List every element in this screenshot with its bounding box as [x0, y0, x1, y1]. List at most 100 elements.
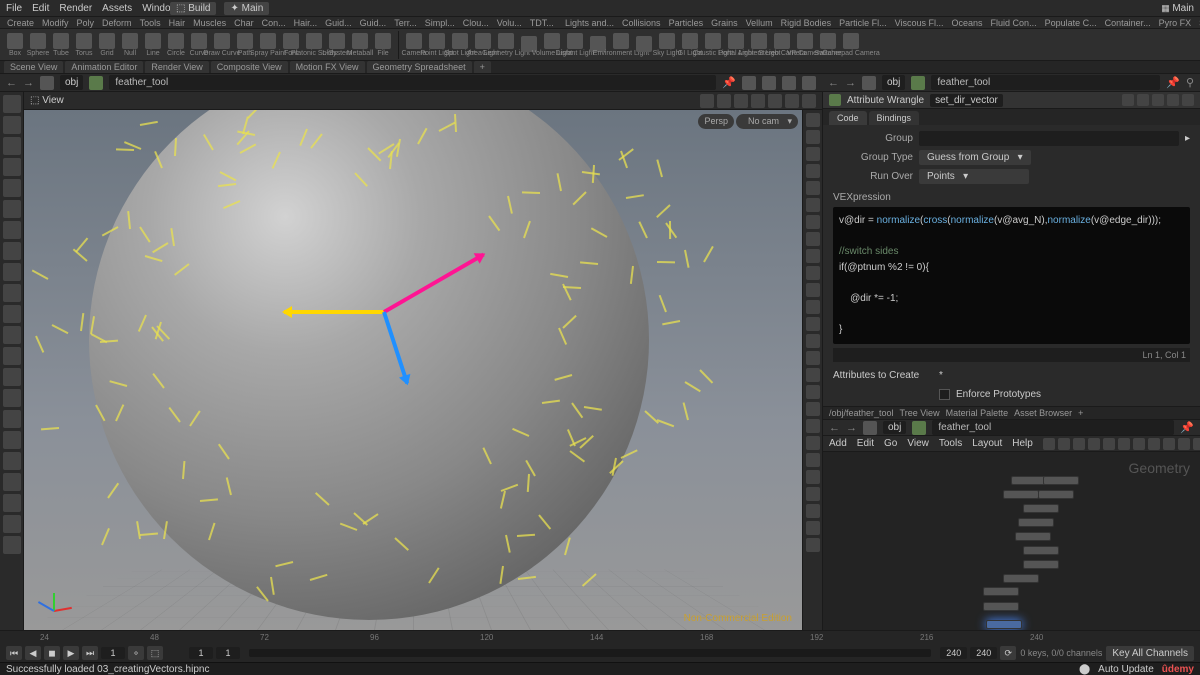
- attrcreate-field[interactable]: *: [939, 370, 943, 381]
- gizmo-y-axis[interactable]: [284, 310, 384, 314]
- shelf-tab[interactable]: Collisions: [619, 18, 664, 28]
- tool-icon[interactable]: [1193, 438, 1200, 450]
- pane-tab[interactable]: Geometry Spreadsheet: [367, 61, 472, 73]
- network-node[interactable]: [1003, 574, 1039, 583]
- shelf-tab[interactable]: Con...: [259, 18, 289, 28]
- tool-icon[interactable]: [806, 113, 820, 127]
- net-tab[interactable]: Material Palette: [946, 408, 1009, 418]
- tool-icon[interactable]: [1073, 438, 1085, 450]
- shelf-tab[interactable]: Modify: [39, 18, 72, 28]
- tab-bindings[interactable]: Bindings: [869, 111, 920, 125]
- pane-tab[interactable]: Scene View: [4, 61, 63, 73]
- network-node[interactable]: [1018, 518, 1054, 527]
- tool-icon[interactable]: [768, 94, 782, 108]
- net-pin-icon[interactable]: 📌: [1180, 421, 1194, 434]
- desktop-build[interactable]: ⬚ Build: [170, 2, 216, 15]
- network-node[interactable]: [1023, 560, 1059, 569]
- shelf-tool[interactable]: Line: [142, 33, 164, 57]
- tool-icon[interactable]: [3, 305, 21, 323]
- shelf-tab[interactable]: Guid...: [357, 18, 390, 28]
- tool-icon[interactable]: [1163, 438, 1175, 450]
- shelf-tool[interactable]: Distant Light: [564, 33, 586, 57]
- tool-icon[interactable]: [1137, 94, 1149, 106]
- group-field[interactable]: [919, 131, 1179, 146]
- tool-icon[interactable]: [806, 130, 820, 144]
- playback-end[interactable]: 240: [940, 647, 967, 659]
- realtime-icon[interactable]: ⟳: [1000, 646, 1016, 660]
- param-pin-icon[interactable]: 📌: [1166, 76, 1180, 89]
- shelf-tool[interactable]: Sky Light: [656, 33, 678, 57]
- shelf-tool[interactable]: Draw Curve: [211, 33, 233, 57]
- tool-icon[interactable]: [1118, 438, 1130, 450]
- node-name[interactable]: set_dir_vector: [930, 94, 1003, 107]
- tool-icon[interactable]: [3, 263, 21, 281]
- path-input[interactable]: feather_tool: [109, 75, 716, 90]
- tool-icon[interactable]: [700, 94, 714, 108]
- net-menu-item[interactable]: View: [907, 438, 929, 449]
- opt3-icon[interactable]: [802, 76, 816, 90]
- pane-tab[interactable]: Motion FX View: [290, 61, 365, 73]
- shelf-tool[interactable]: L-System: [326, 33, 348, 57]
- viewport-3d[interactable]: Persp No cam ▾ Non-Commercial Edition: [24, 110, 802, 630]
- sync-icon[interactable]: [742, 76, 756, 90]
- tool-icon[interactable]: [1103, 438, 1115, 450]
- shelf-tool[interactable]: Tube: [50, 33, 72, 57]
- shelf-tab[interactable]: Particles: [666, 18, 707, 28]
- key-all-button[interactable]: Key All Channels: [1106, 646, 1194, 661]
- nav-fwd-icon[interactable]: →: [23, 77, 34, 89]
- shelf-tab[interactable]: Muscles: [190, 18, 229, 28]
- tool-icon[interactable]: [806, 215, 820, 229]
- menu-assets[interactable]: Assets: [102, 3, 132, 14]
- shelf-tab[interactable]: Guid...: [322, 18, 355, 28]
- shelf-tab[interactable]: Viscous Fl...: [892, 18, 947, 28]
- prev-frame-button[interactable]: ◀: [25, 646, 41, 660]
- vex-code-editor[interactable]: v@dir = normalize(cross(normalize(v@avg_…: [833, 207, 1190, 344]
- tool-icon[interactable]: [3, 368, 21, 386]
- net-tab[interactable]: +: [1078, 408, 1083, 418]
- shelf-tab[interactable]: Terr...: [391, 18, 420, 28]
- range-start[interactable]: 1: [189, 647, 213, 659]
- radial-main[interactable]: ▦ Main: [1161, 3, 1194, 14]
- tool-icon[interactable]: [806, 351, 820, 365]
- nav-back-icon[interactable]: ←: [6, 77, 17, 89]
- tool-icon[interactable]: [785, 94, 799, 108]
- enforce-checkbox[interactable]: [939, 389, 950, 400]
- tool-icon[interactable]: [1058, 438, 1070, 450]
- shelf-tab[interactable]: Sparse Pyr...: [1196, 18, 1200, 28]
- menu-edit[interactable]: Edit: [32, 3, 49, 14]
- tool-icon[interactable]: [806, 470, 820, 484]
- net-menu-item[interactable]: Edit: [857, 438, 874, 449]
- shelf-tool[interactable]: Circle: [165, 33, 187, 57]
- tool-icon[interactable]: [3, 95, 21, 113]
- net-tab[interactable]: Tree View: [900, 408, 940, 418]
- tool-icon[interactable]: [1182, 94, 1194, 106]
- network-node[interactable]: [1015, 532, 1051, 541]
- tool-icon[interactable]: [806, 402, 820, 416]
- shelf-tab[interactable]: Fluid Con...: [988, 18, 1040, 28]
- tool-icon[interactable]: [806, 368, 820, 382]
- tool-icon[interactable]: [3, 116, 21, 134]
- autoupdate-toggle[interactable]: Auto Update: [1098, 664, 1154, 675]
- shelf-tab[interactable]: TDT...: [527, 18, 557, 28]
- tool-icon[interactable]: [806, 504, 820, 518]
- param-home-icon[interactable]: [862, 76, 876, 90]
- shelf-tab[interactable]: Pyro FX: [1156, 18, 1195, 28]
- play-button[interactable]: ▶: [63, 646, 79, 660]
- param-path-obj[interactable]: obj: [882, 75, 905, 90]
- network-view[interactable]: Geometry: [823, 452, 1200, 630]
- timeline-track[interactable]: [249, 649, 931, 657]
- timeline-ruler[interactable]: 24487296120144168192216240: [0, 631, 1200, 645]
- tool-icon[interactable]: [806, 164, 820, 178]
- tool-icon[interactable]: [1088, 438, 1100, 450]
- shelf-tab[interactable]: Hair...: [291, 18, 321, 28]
- shelf-tab[interactable]: Char: [231, 18, 257, 28]
- net-home-icon[interactable]: [863, 421, 877, 435]
- net-back-icon[interactable]: ←: [829, 422, 840, 434]
- tool-icon[interactable]: [806, 436, 820, 450]
- shelf-tool[interactable]: Grid: [96, 33, 118, 57]
- shelf-tool[interactable]: Gamepad Camera: [840, 33, 862, 57]
- net-fwd-icon[interactable]: →: [846, 422, 857, 434]
- network-node[interactable]: [986, 620, 1022, 629]
- tool-icon[interactable]: [802, 94, 816, 108]
- playback-start[interactable]: 1: [216, 647, 240, 659]
